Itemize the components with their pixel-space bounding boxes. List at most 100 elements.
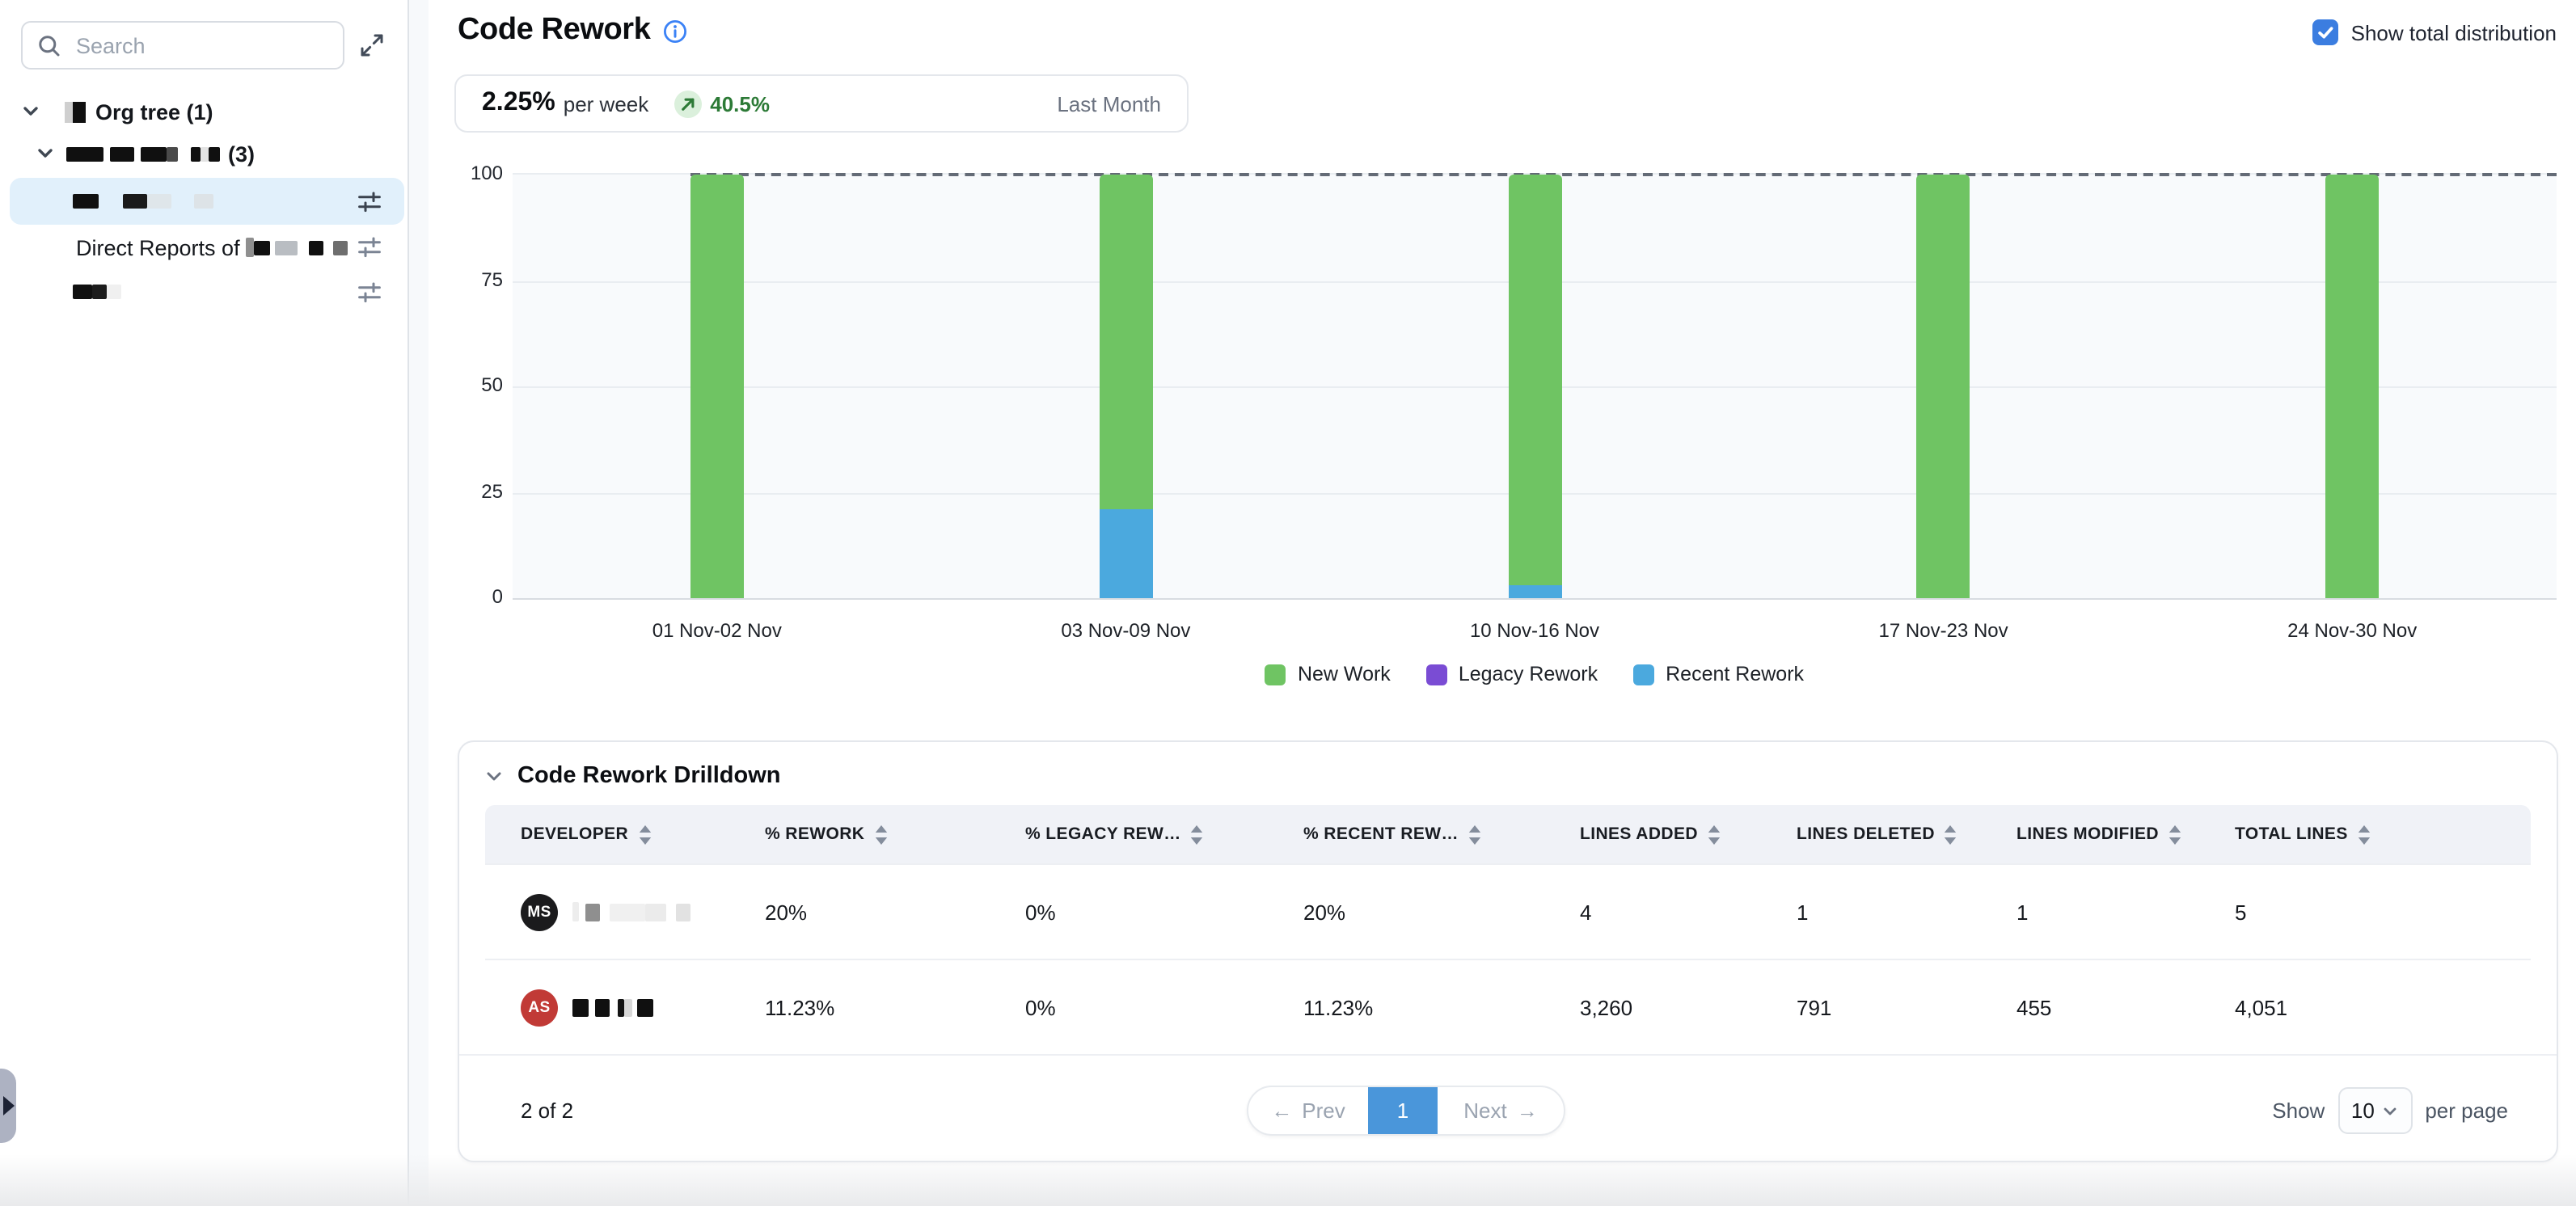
recent-rework-segment — [1099, 509, 1152, 598]
lines-modified-cell: 455 — [2016, 995, 2235, 1019]
bar-01 Nov-02 Nov[interactable] — [690, 175, 744, 598]
avatar: MS — [521, 893, 558, 930]
filter-icon[interactable] — [357, 235, 382, 259]
group-count: (3) — [228, 141, 255, 166]
sort-icon[interactable] — [2358, 824, 2371, 845]
x-axis-label: 10 Nov-16 Nov — [1470, 619, 1599, 642]
legend-label: New Work — [1298, 663, 1391, 685]
expand-sidebar-icon[interactable] — [359, 32, 385, 58]
bar-24 Nov-30 Nov[interactable] — [2325, 175, 2379, 598]
redacted-text — [572, 902, 690, 921]
per-page-label: per page — [2425, 1098, 2508, 1123]
redacted-text — [73, 285, 121, 299]
table-row[interactable]: MS 20% 0% 20% 4 1 1 5 — [485, 863, 2531, 959]
legend-chip — [1426, 664, 1447, 685]
bar-10 Nov-16 Nov[interactable] — [1508, 175, 1561, 598]
sidebar-item-team-2[interactable] — [0, 270, 408, 314]
sort-icon[interactable] — [1945, 824, 1957, 845]
developer-cell: AS — [485, 989, 765, 1026]
legend-item-new-work[interactable]: New Work — [1265, 663, 1391, 685]
sidebar-item-group[interactable]: (3) — [0, 133, 408, 175]
play-icon — [3, 1096, 15, 1115]
table-footer: 2 of 2 ←Prev 1 Next→ Show 10 per page — [459, 1054, 2557, 1166]
col-rework: % REWORK — [765, 824, 864, 844]
drilldown-table: DEVELOPER % REWORK % LEGACY REW… % RECEN… — [485, 805, 2531, 1054]
col-lines-modified: LINES MODIFIED — [2016, 824, 2159, 844]
avatar: AS — [521, 989, 558, 1026]
collapse-chevron-icon[interactable] — [485, 767, 503, 785]
legend-label: Legacy Rework — [1459, 663, 1598, 685]
chevron-down-icon — [2383, 1103, 2399, 1119]
filter-icon[interactable] — [357, 280, 382, 304]
search-icon — [37, 33, 61, 57]
org-tree: Org tree (1) (3) — [0, 91, 408, 314]
search-input[interactable] — [73, 32, 322, 59]
x-axis-label: 24 Nov-30 Nov — [2287, 619, 2417, 642]
info-icon[interactable] — [663, 19, 687, 43]
total-reference-line — [690, 173, 2557, 176]
page-size-select[interactable]: 10 — [2337, 1087, 2412, 1134]
new-work-segment — [2325, 175, 2379, 598]
legend-item-recent-rework[interactable]: Recent Rework — [1633, 663, 1804, 685]
col-developer: DEVELOPER — [521, 824, 628, 844]
prev-page-button[interactable]: ←Prev — [1248, 1087, 1368, 1134]
y-axis-label: 0 — [429, 584, 503, 609]
table-row[interactable]: AS 11.23% 0% 11.23% 3,260 791 455 4,051 — [485, 959, 2531, 1054]
lines-added-cell: 3,260 — [1580, 995, 1797, 1019]
lines-added-cell: 4 — [1580, 900, 1797, 924]
show-total-distribution-label: Show total distribution — [2351, 20, 2557, 44]
sort-icon[interactable] — [638, 824, 651, 845]
filter-icon[interactable] — [357, 189, 382, 213]
show-total-distribution-checkbox[interactable] — [2312, 19, 2338, 45]
legend-item-legacy-rework[interactable]: Legacy Rework — [1426, 663, 1598, 685]
bar-17 Nov-23 Nov[interactable] — [1917, 175, 1970, 598]
panel-toggle-handle[interactable] — [0, 1069, 16, 1143]
chevron-down-icon[interactable] — [21, 102, 40, 121]
col-total-lines: TOTAL LINES — [2235, 824, 2348, 844]
legacy-rework-cell: 0% — [1025, 900, 1303, 924]
x-axis-label: 03 Nov-09 Nov — [1061, 619, 1190, 642]
redacted-text — [66, 146, 220, 161]
chevron-down-icon[interactable] — [36, 144, 55, 163]
col-recent-rework: % RECENT REW… — [1303, 824, 1459, 844]
new-work-segment — [1099, 175, 1152, 509]
chart-legend: New Work Legacy Rework Recent Rework — [513, 663, 2557, 685]
row-count: 2 of 2 — [521, 1098, 573, 1123]
sort-icon[interactable] — [1708, 824, 1721, 845]
org-tree-label: Org tree (1) — [95, 99, 213, 124]
y-axis-label: 100 — [429, 160, 503, 186]
x-axis-label: 01 Nov-02 Nov — [652, 619, 782, 642]
sidebar-item-org-tree[interactable]: Org tree (1) — [0, 91, 408, 133]
pagination: ←Prev 1 Next→ — [1247, 1086, 1565, 1136]
sort-icon[interactable] — [1468, 824, 1481, 845]
y-axis-label: 25 — [429, 478, 503, 504]
y-axis-label: 75 — [429, 266, 503, 292]
col-lines-deleted: LINES DELETED — [1797, 824, 1935, 844]
drilldown-title: Code Rework Drilldown — [517, 763, 781, 789]
rework-cell: 11.23% — [765, 995, 1025, 1019]
sidebar: Org tree (1) (3) — [0, 0, 409, 1206]
search-box[interactable] — [21, 21, 344, 70]
stat-delta-value: 40.5% — [710, 91, 770, 116]
sidebar-item-selected-team[interactable] — [0, 178, 408, 225]
bar-03 Nov-09 Nov[interactable] — [1099, 175, 1152, 598]
recent-rework-cell: 20% — [1303, 900, 1580, 924]
legend-chip — [1265, 664, 1286, 685]
new-work-segment — [1508, 175, 1561, 585]
sidebar-item-direct-reports[interactable]: Direct Reports of — [0, 225, 408, 270]
sort-icon[interactable] — [1191, 824, 1204, 845]
chart-plot — [513, 173, 2557, 600]
next-page-button[interactable]: Next→ — [1438, 1087, 1564, 1134]
lines-deleted-cell: 791 — [1797, 995, 2016, 1019]
new-work-segment — [1917, 175, 1970, 598]
legend-chip — [1633, 664, 1654, 685]
arrow-right-icon: → — [1517, 1098, 1538, 1123]
redacted-text — [73, 194, 213, 209]
sort-icon[interactable] — [874, 824, 887, 845]
page-1-button[interactable]: 1 — [1368, 1087, 1438, 1134]
lines-modified-cell: 1 — [2016, 900, 2235, 924]
chart-y-axis: 0255075100 — [429, 0, 503, 647]
stat-unit: per week — [564, 91, 649, 116]
main-content: Code Rework Show total distribution 2.25… — [429, 0, 2576, 1206]
sort-icon[interactable] — [2168, 824, 2181, 845]
